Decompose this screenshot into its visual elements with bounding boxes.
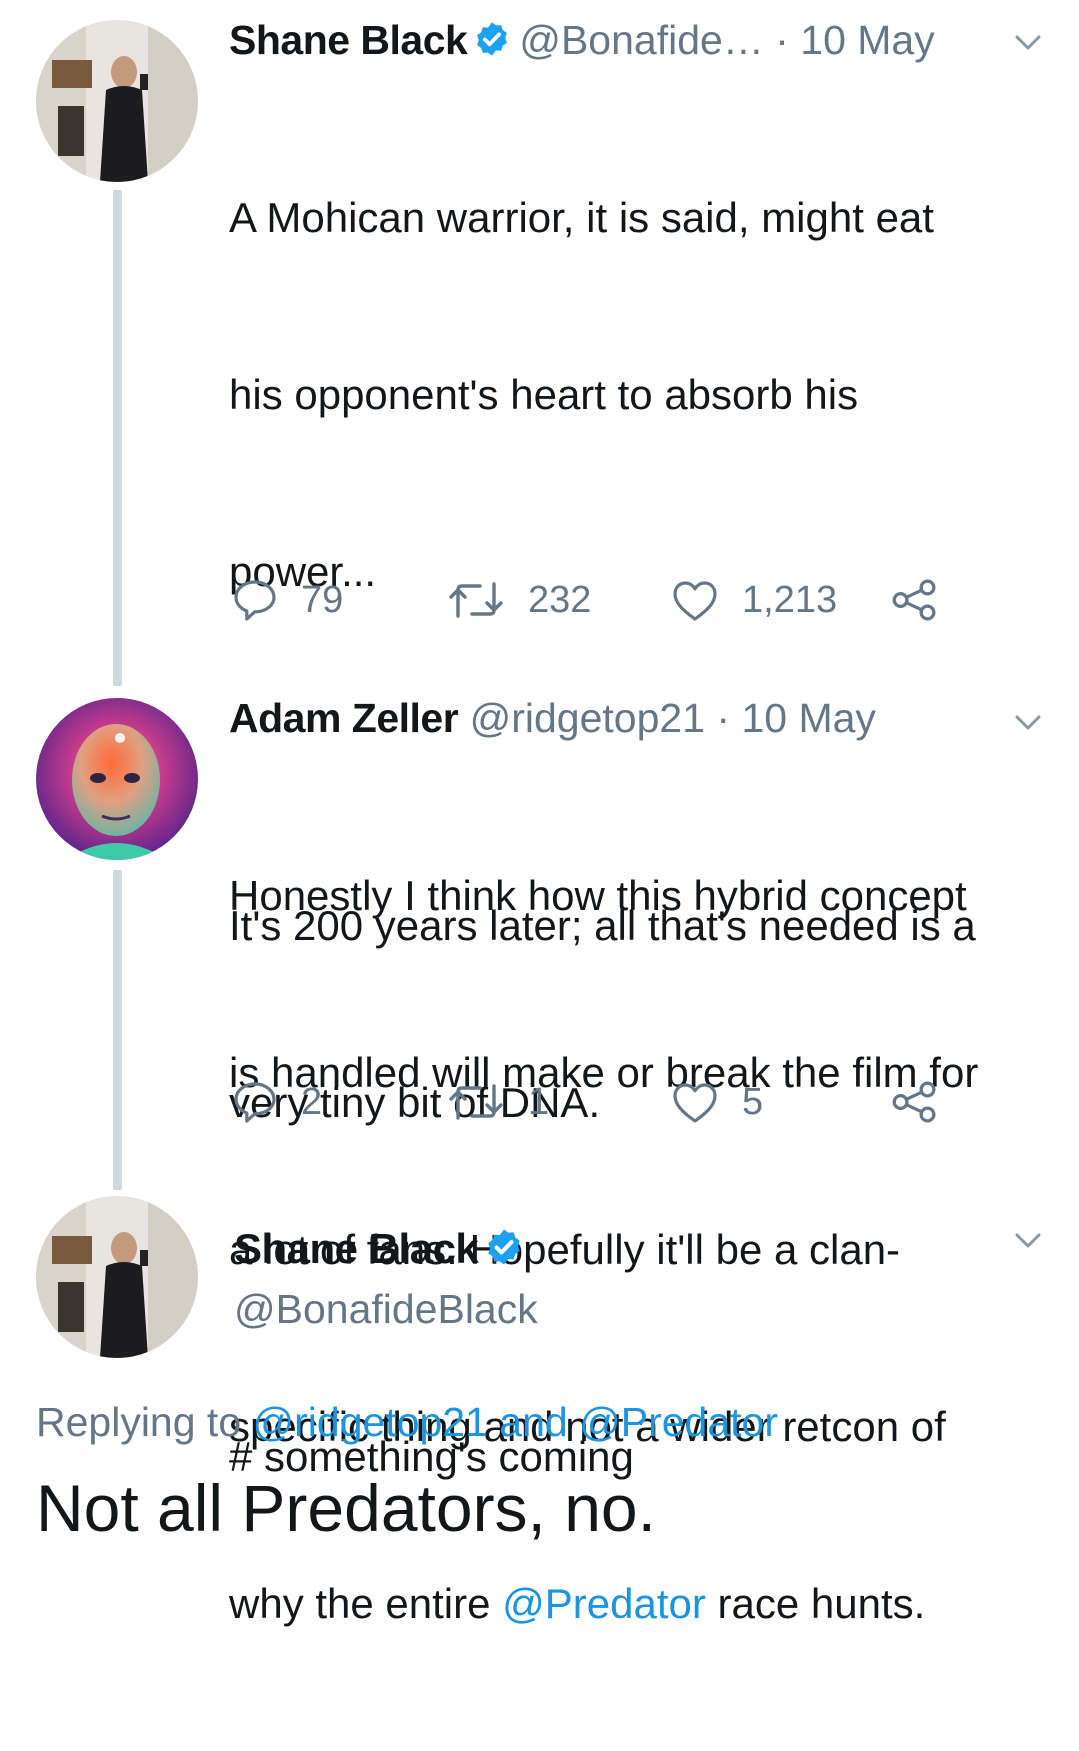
reply-button[interactable]: 2: [231, 1080, 322, 1124]
retweet-count: 232: [528, 578, 592, 621]
share-icon: [892, 579, 936, 621]
mention-ridgetop21[interactable]: @ridgetop21: [253, 1399, 488, 1445]
share-button[interactable]: [890, 578, 940, 622]
avatar-shane-black[interactable]: [36, 20, 198, 182]
focused-tweet-text: Not all Predators, no.: [36, 1471, 656, 1545]
text-line: his opponent's heart to absorb his: [229, 371, 859, 418]
verified-badge-icon: [484, 1227, 524, 1288]
like-button[interactable]: 5: [670, 1080, 763, 1124]
reply-count: 79: [301, 578, 344, 621]
tweet-time[interactable]: · 10 May: [775, 17, 935, 63]
verified-badge-icon: [473, 20, 511, 68]
text-fragment: why the entire: [229, 1580, 503, 1627]
like-count: 5: [742, 1080, 764, 1123]
like-button[interactable]: 1,213: [670, 578, 837, 622]
author-handle[interactable]: @ridgetop21: [470, 695, 705, 741]
avatar-shane-black[interactable]: [36, 1196, 198, 1358]
share-icon: [892, 1081, 936, 1123]
share-button[interactable]: [890, 1080, 940, 1124]
replying-and: and: [487, 1399, 580, 1445]
text-line: Honestly I think how this hybrid concept: [229, 872, 967, 919]
mention-predator[interactable]: @Predator: [502, 1580, 706, 1627]
text-line: A Mohican warrior, it is said, might eat: [229, 194, 934, 241]
author-name[interactable]: Shane Black: [229, 17, 468, 63]
tweet-header: Shane Black @Bonafide… · 10 May: [229, 16, 935, 68]
reply-icon: [234, 580, 276, 621]
replying-to: Replying to @ridgetop21 and @Predator: [36, 1396, 778, 1448]
tweet-header: Adam Zeller @ridgetop21 · 10 May: [229, 694, 876, 742]
avatar-adam-zeller[interactable]: [36, 698, 198, 860]
retweet-button[interactable]: 1: [446, 1080, 549, 1124]
thread-line: [113, 190, 122, 686]
like-icon: [673, 1083, 717, 1123]
retweet-icon: [449, 1084, 503, 1120]
thread-line: [113, 870, 122, 1190]
chevron-down-icon[interactable]: [1014, 714, 1042, 732]
text-fragment: race hunts.: [705, 1580, 926, 1627]
reply-icon: [234, 1082, 276, 1123]
author-name[interactable]: Shane Black: [234, 1225, 479, 1272]
like-icon: [673, 581, 717, 621]
retweet-button[interactable]: 232: [446, 578, 591, 622]
author-handle[interactable]: @Bonafide…: [519, 17, 763, 63]
retweet-count: 1: [528, 1080, 550, 1123]
text-line: why the entire @Predator race hunts.: [229, 1574, 1059, 1633]
chevron-down-icon[interactable]: [1014, 34, 1042, 52]
like-count: 1,213: [742, 578, 838, 621]
tweet-time[interactable]: · 10 May: [716, 695, 876, 741]
retweet-icon: [449, 582, 503, 618]
focused-name-row: Shane Black: [234, 1224, 532, 1288]
chevron-down-icon[interactable]: [1014, 1232, 1042, 1250]
mention-predator[interactable]: @Predator: [579, 1399, 778, 1445]
reply-count: 2: [301, 1080, 323, 1123]
reply-button[interactable]: 79: [231, 578, 343, 622]
author-handle[interactable]: @BonafideBlack: [234, 1284, 538, 1334]
author-name[interactable]: Adam Zeller: [229, 695, 459, 741]
replying-prefix: Replying to: [36, 1399, 253, 1445]
